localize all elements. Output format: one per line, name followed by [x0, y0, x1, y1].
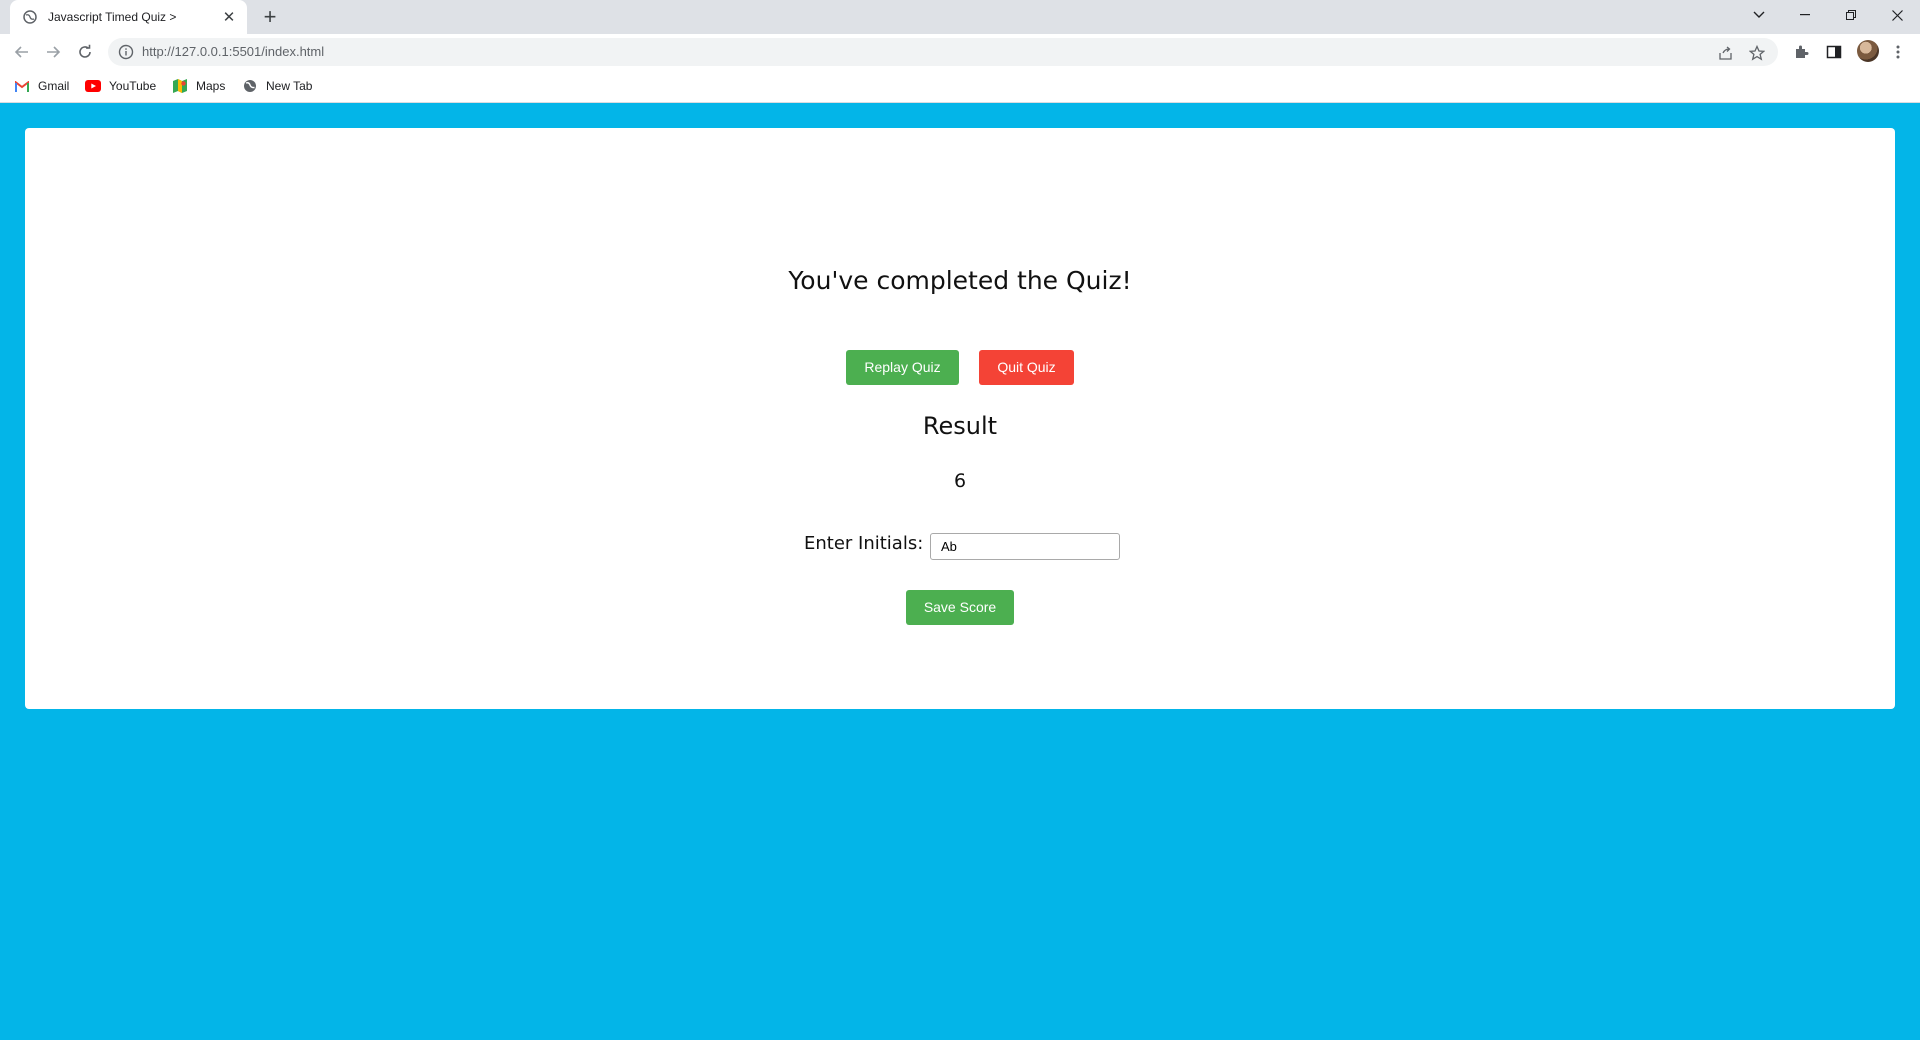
- initials-label: Enter Initials:: [804, 533, 924, 554]
- quit-quiz-button[interactable]: Quit Quiz: [979, 350, 1074, 385]
- maps-icon: [172, 78, 188, 94]
- site-info-icon[interactable]: [118, 44, 134, 60]
- side-panel-icon[interactable]: [1824, 42, 1844, 62]
- tab-strip: Javascript Timed Quiz > ✕ +: [0, 0, 1920, 34]
- bookmark-youtube[interactable]: YouTube: [85, 76, 156, 96]
- close-tab-icon[interactable]: ✕: [219, 7, 239, 27]
- share-icon[interactable]: [1716, 44, 1734, 62]
- menu-dots-icon[interactable]: [1888, 42, 1908, 62]
- reload-icon[interactable]: [73, 40, 97, 64]
- extensions-icon[interactable]: [1791, 42, 1811, 62]
- save-score-button[interactable]: Save Score: [906, 590, 1014, 625]
- browser-tab[interactable]: Javascript Timed Quiz > ✕: [10, 0, 247, 34]
- new-tab-button[interactable]: +: [258, 4, 282, 29]
- bookmark-label: Gmail: [38, 79, 70, 93]
- bookmark-label: Maps: [196, 79, 226, 93]
- initials-input[interactable]: [930, 533, 1120, 560]
- minimize-button[interactable]: [1782, 0, 1828, 30]
- result-score: 6: [953, 470, 967, 492]
- bookmark-star-icon[interactable]: [1748, 44, 1766, 62]
- replay-quiz-button[interactable]: Replay Quiz: [846, 350, 959, 385]
- forward-arrow-icon[interactable]: [41, 40, 65, 64]
- gmail-icon: [14, 78, 30, 94]
- quiz-result-card: You've completed the Quiz! Replay Quiz Q…: [25, 128, 1895, 709]
- url-text: http://127.0.0.1:5501/index.html: [142, 44, 325, 59]
- bookmark-maps[interactable]: Maps: [172, 76, 225, 96]
- profile-avatar[interactable]: [1857, 40, 1879, 62]
- address-bar[interactable]: http://127.0.0.1:5501/index.html: [108, 38, 1778, 66]
- result-title: Result: [922, 412, 998, 440]
- tab-search-icon[interactable]: [1736, 0, 1782, 30]
- back-arrow-icon[interactable]: [10, 40, 34, 64]
- restore-button[interactable]: [1828, 0, 1874, 30]
- close-window-button[interactable]: [1874, 0, 1920, 30]
- bookmark-new-tab[interactable]: New Tab: [242, 76, 312, 96]
- bookmark-gmail[interactable]: Gmail: [14, 76, 69, 96]
- globe-icon: [242, 78, 258, 94]
- completion-heading: You've completed the Quiz!: [788, 266, 1132, 295]
- tab-title: Javascript Timed Quiz >: [48, 10, 177, 24]
- youtube-icon: [85, 78, 101, 94]
- bookmark-label: YouTube: [109, 79, 157, 93]
- bookmark-label: New Tab: [266, 79, 313, 93]
- globe-icon: [22, 9, 38, 25]
- browser-toolbar: http://127.0.0.1:5501/index.html: [0, 34, 1920, 70]
- bookmarks-bar: Gmail YouTube Maps New Tab: [0, 70, 1920, 103]
